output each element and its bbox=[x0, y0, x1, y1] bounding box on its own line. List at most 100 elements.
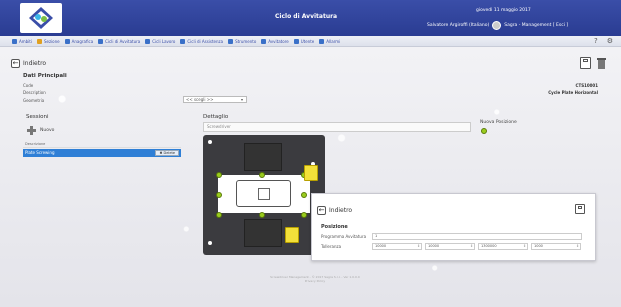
screw-position[interactable] bbox=[216, 212, 222, 218]
logo-icon bbox=[29, 7, 53, 29]
tolerance-value: 10000 bbox=[375, 244, 387, 248]
geometry-diagram[interactable] bbox=[203, 135, 325, 255]
geometry-select-value: << scegli >> bbox=[186, 97, 214, 102]
avatar bbox=[492, 21, 502, 30]
geometry-label: Geometria bbox=[23, 98, 45, 103]
menu-item-label: Allarmi bbox=[326, 38, 341, 44]
plate-center bbox=[258, 188, 270, 200]
new-position-label: Nuova Posizione bbox=[480, 120, 517, 125]
code-label: Code bbox=[23, 83, 34, 88]
new-position-marker[interactable] bbox=[481, 128, 487, 134]
popup-back-button[interactable]: ← Indietro bbox=[317, 206, 352, 215]
screw-position[interactable] bbox=[301, 192, 307, 198]
footer: Screwdriver Management - © 2017 Sagra S.… bbox=[260, 275, 370, 283]
main-menu: Ambiti Sezione Anagrafica Cicli di Avvitatu… bbox=[0, 36, 621, 47]
menu-item-cicli-di-avvitatura[interactable]: Cicli di Avvitatura bbox=[98, 38, 141, 44]
program-input[interactable]: 1 bbox=[372, 233, 582, 240]
screw-position[interactable] bbox=[216, 172, 222, 178]
new-session-button[interactable]: Nuovo bbox=[27, 126, 54, 135]
delete-button[interactable]: ✖ Delete bbox=[155, 150, 179, 156]
tolerance-input[interactable]: 10000 ⇕ bbox=[372, 243, 422, 250]
arrow-left-icon: ← bbox=[11, 59, 20, 68]
spinner-icon[interactable]: ⇕ bbox=[523, 244, 526, 249]
save-icon[interactable] bbox=[575, 204, 585, 214]
menu-item-label: Cicli di Assistenza bbox=[187, 38, 224, 44]
sezione-icon bbox=[36, 38, 42, 44]
new-session-label: Nuovo bbox=[40, 128, 55, 133]
avvitatore-icon bbox=[261, 38, 267, 44]
user-name: Salvatore Argiroffi (Italiano) bbox=[427, 23, 490, 28]
strumento-icon bbox=[228, 38, 234, 44]
cicli-assistenza-icon bbox=[180, 38, 186, 44]
plus-icon bbox=[27, 126, 36, 135]
app-header: Ciclo di Avvitatura giovedì 11 maggio 20… bbox=[0, 0, 621, 36]
yellow-piece[interactable] bbox=[285, 227, 299, 243]
tolerance-value: 10000 bbox=[428, 244, 440, 248]
back-label: Indietro bbox=[23, 60, 47, 67]
tolerance-input[interactable]: 1000 ⇕ bbox=[531, 243, 581, 250]
session-name-input[interactable]: Screwdriver bbox=[203, 122, 471, 132]
spinner-icon[interactable]: ⇕ bbox=[417, 244, 420, 249]
menu-item-avvitatore[interactable]: Avvitatore bbox=[261, 38, 289, 44]
app-logo[interactable] bbox=[20, 3, 62, 33]
menu-item-strumento[interactable]: Strumento bbox=[228, 38, 257, 44]
menu-item-label: Utente bbox=[300, 38, 315, 44]
geometry-select[interactable]: << scegli >> ▾ bbox=[183, 96, 247, 103]
ambiti-icon bbox=[12, 38, 17, 44]
page-title: Ciclo di Avvitatura bbox=[275, 13, 338, 20]
arrow-left-icon: ← bbox=[317, 206, 326, 215]
table-row[interactable]: Plate Screwing ✖ Delete bbox=[23, 149, 181, 157]
program-label: Programma Avvitatura bbox=[321, 234, 367, 239]
utente-icon bbox=[293, 38, 299, 44]
sessions-title: Sessioni bbox=[26, 114, 49, 120]
column-header: Descrizione bbox=[23, 142, 181, 148]
user-role-logout[interactable]: Sagra - Management [ Esci ] bbox=[504, 23, 568, 28]
bottom-block bbox=[244, 219, 282, 247]
footer-privacy-link[interactable]: Privacy Policy bbox=[260, 279, 370, 283]
corner-marker bbox=[208, 241, 212, 245]
popup-back-label: Indietro bbox=[329, 207, 353, 214]
tolerance-value: 1000 bbox=[534, 244, 543, 248]
tolerance-label: Tolleranza bbox=[321, 244, 342, 249]
tolerance-input[interactable]: 1300000 ⇕ bbox=[478, 243, 528, 250]
tolerance-value: 1300000 bbox=[481, 244, 497, 248]
menu-item-utente[interactable]: Utente bbox=[293, 38, 315, 44]
cicli-avvitatura-icon bbox=[98, 38, 104, 44]
sessions-table: Descrizione Plate Screwing ✖ Delete bbox=[23, 142, 181, 157]
allarmi-icon bbox=[319, 38, 325, 44]
menu-item-label: Strumento bbox=[235, 38, 257, 44]
trash-icon[interactable] bbox=[596, 57, 607, 69]
menu-item-cicli-di-assistenza[interactable]: Cicli di Assistenza bbox=[180, 38, 224, 44]
menu-item-cicli-lavoro[interactable]: Cicli Lavoro bbox=[145, 38, 176, 44]
menu-item-sezione[interactable]: Sezione bbox=[36, 38, 60, 44]
menu-item-label: Cicli di Avvitatura bbox=[105, 38, 141, 44]
screw-position[interactable] bbox=[259, 212, 265, 218]
help-icon[interactable]: ? bbox=[594, 37, 598, 45]
screw-position[interactable] bbox=[301, 212, 307, 218]
save-icon[interactable] bbox=[580, 57, 591, 69]
user-info[interactable]: Salvatore Argiroffi (Italiano) Sagra - M… bbox=[427, 21, 568, 30]
plate bbox=[218, 175, 310, 213]
screw-position[interactable] bbox=[259, 172, 265, 178]
tolerance-input[interactable]: 10000 ⇕ bbox=[425, 243, 475, 250]
spinner-icon[interactable]: ⇕ bbox=[576, 244, 579, 249]
yellow-piece[interactable] bbox=[304, 165, 318, 181]
position-panel: ← Indietro Posizione Programma Avvitatur… bbox=[311, 193, 596, 261]
spinner-icon[interactable]: ⇕ bbox=[470, 244, 473, 249]
menu-item-ambiti[interactable]: Ambiti bbox=[12, 38, 32, 44]
top-block bbox=[244, 143, 282, 171]
menu-item-label: Avvitatore bbox=[268, 38, 289, 44]
section-title: Dati Principali bbox=[23, 73, 67, 79]
screw-position[interactable] bbox=[216, 192, 222, 198]
header-date: giovedì 11 maggio 2017 bbox=[476, 8, 531, 13]
session-label: Plate Screwing bbox=[25, 150, 55, 155]
menu-item-allarmi[interactable]: Allarmi bbox=[319, 38, 341, 44]
menu-item-label: Ambiti bbox=[19, 38, 32, 44]
gear-icon[interactable]: ⚙ bbox=[607, 37, 613, 45]
description-label: Description bbox=[23, 90, 46, 95]
menu-item-label: Anagrafica bbox=[71, 38, 94, 44]
menu-item-anagrafica[interactable]: Anagrafica bbox=[64, 38, 94, 44]
menu-item-label: Sezione bbox=[43, 38, 60, 44]
menu-item-label: Cicli Lavoro bbox=[152, 38, 176, 44]
back-button[interactable]: ← Indietro bbox=[11, 59, 46, 68]
